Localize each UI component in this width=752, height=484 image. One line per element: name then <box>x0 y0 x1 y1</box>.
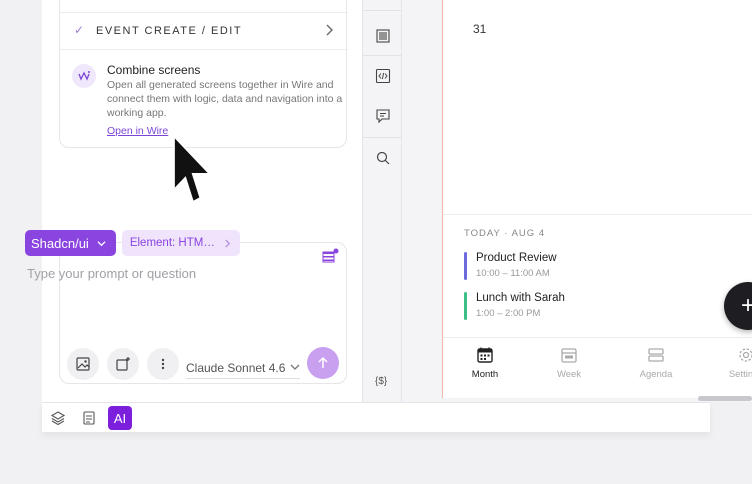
element-chip[interactable]: Element: HTM… <box>121 230 240 256</box>
generation-steps-card: ✓ EVENT CREATE / EDIT Combine screens Op… <box>59 0 348 148</box>
step-label: EVENT CREATE / EDIT <box>96 25 243 37</box>
tab-settings[interactable]: Settings <box>716 346 752 380</box>
event-item[interactable]: Lunch with Sarah 1:00 – 2:00 PM <box>464 292 724 320</box>
model-select[interactable]: Claude Sonnet 4.6 <box>186 357 300 379</box>
tab-label: Week <box>556 369 582 380</box>
today-label: TODAY · AUG 4 <box>464 228 546 239</box>
image-icon <box>76 357 90 371</box>
tab-week[interactable]: Week <box>539 346 599 380</box>
prompt-input[interactable]: Type your prompt or question <box>27 266 196 281</box>
rail-divider <box>363 10 403 11</box>
barcode-icon <box>376 29 390 43</box>
context-chips: Shadcn/ui Element: HTM… <box>25 230 240 256</box>
barcode-button[interactable] <box>370 23 396 49</box>
event-title: Lunch with Sarah <box>476 292 565 304</box>
search-button[interactable] <box>370 145 396 171</box>
components-button[interactable] <box>77 406 101 430</box>
tab-month[interactable]: Month <box>455 346 515 380</box>
component-icon <box>83 411 95 425</box>
event-title: Product Review <box>476 252 557 264</box>
divider <box>443 214 752 215</box>
tab-label: Agenda <box>639 369 673 380</box>
chevron-right-icon <box>225 238 230 248</box>
horizontal-scrollbar[interactable] <box>698 396 752 401</box>
chevron-right-icon <box>326 24 333 36</box>
bottom-toolbar: AI <box>42 402 710 432</box>
calendar-screen: 31 TODAY · AUG 4 Product Review 10:00 – … <box>442 0 752 398</box>
framework-select[interactable]: Shadcn/ui <box>25 230 116 256</box>
event-item[interactable]: Product Review 10:00 – 11:00 AM <box>464 252 724 280</box>
gear-icon <box>739 348 752 362</box>
rail-divider <box>363 55 403 56</box>
tab-agenda[interactable]: Agenda <box>626 346 686 380</box>
mouse-cursor-icon <box>172 134 213 204</box>
open-in-wire-link[interactable]: Open in Wire <box>107 125 168 137</box>
event-time: 10:00 – 11:00 AM <box>476 268 550 279</box>
tab-label: Settings <box>728 369 752 380</box>
more-options-button[interactable] <box>147 348 179 380</box>
step-event-create-edit[interactable]: ✓ EVENT CREATE / EDIT <box>60 12 348 50</box>
agenda-icon <box>648 348 664 362</box>
comment-button[interactable] <box>370 103 396 129</box>
ai-button[interactable]: AI <box>108 406 132 430</box>
check-icon: ✓ <box>74 23 85 37</box>
layers-icon <box>50 411 66 426</box>
variables-button[interactable]: {$} <box>375 376 387 387</box>
add-frame-button[interactable] <box>107 348 139 380</box>
framework-label: Shadcn/ui <box>31 235 89 251</box>
event-color-bar <box>464 252 467 280</box>
layers-button[interactable] <box>46 406 70 430</box>
prompt-settings-icon[interactable] <box>321 248 339 266</box>
code-button[interactable] <box>370 63 396 89</box>
comment-icon <box>376 109 390 124</box>
calendar-day-cell[interactable]: 31 <box>473 22 486 36</box>
element-label: Element: HTM… <box>129 237 215 249</box>
calendar-icon <box>477 347 493 363</box>
combine-title: Combine screens <box>107 63 201 77</box>
more-icon <box>161 358 165 370</box>
model-label: Claude Sonnet 4.6 <box>186 360 286 375</box>
tool-rail: {$} <box>362 0 403 402</box>
divider <box>443 337 752 338</box>
chevron-down-icon <box>290 364 300 370</box>
event-color-bar <box>464 292 467 320</box>
combine-description: Open all generated screens together in W… <box>107 79 343 119</box>
send-button[interactable] <box>307 347 339 379</box>
arrow-up-icon <box>318 356 328 368</box>
chevron-down-icon <box>97 240 106 246</box>
search-icon <box>376 151 390 165</box>
wire-icon <box>72 64 96 88</box>
rail-divider <box>363 137 403 138</box>
image-upload-button[interactable] <box>67 348 99 380</box>
week-icon <box>561 348 577 363</box>
add-frame-icon <box>116 357 130 371</box>
event-time: 1:00 – 2:00 PM <box>476 308 541 319</box>
tab-label: Month <box>471 369 499 380</box>
code-icon <box>375 68 391 84</box>
